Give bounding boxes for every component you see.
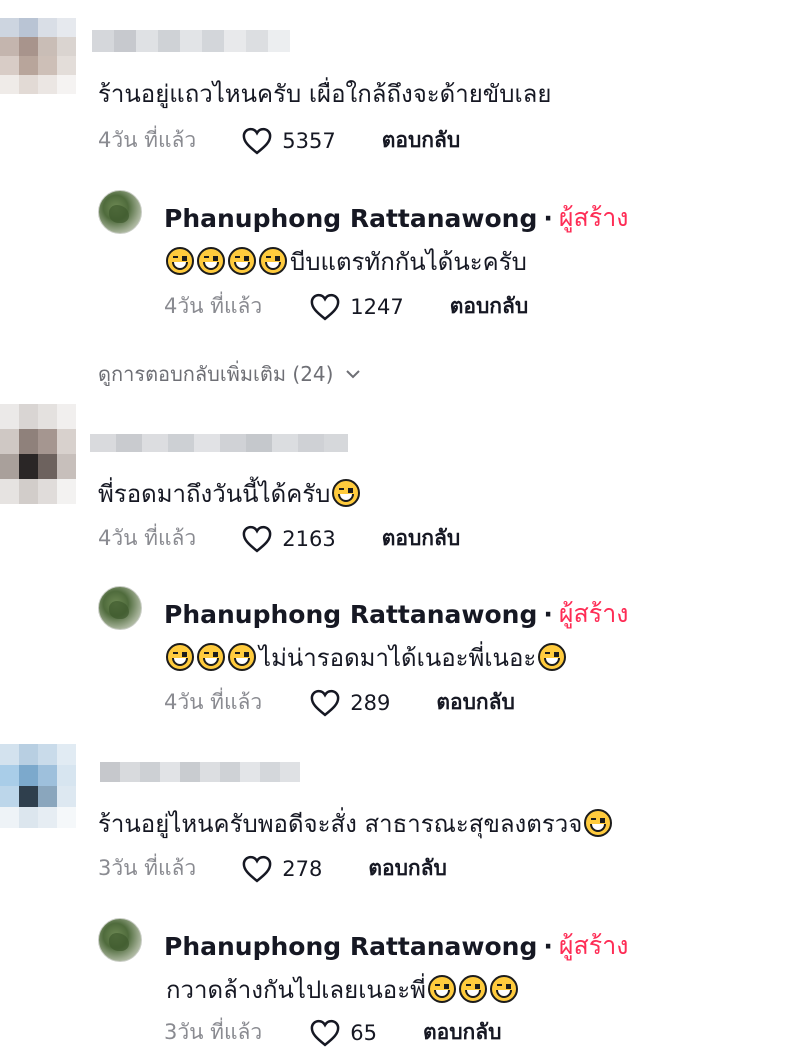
reply-text-line: บีบแตรทักกันได้นะครับ xyxy=(166,242,527,281)
avatar[interactable] xyxy=(98,190,142,234)
comment-time: 3วัน ที่แล้ว xyxy=(98,856,197,880)
reply-button[interactable]: ตอบกลับ xyxy=(368,852,447,885)
reply-button[interactable]: ตอบกลับ xyxy=(382,124,461,157)
grinning-sweat-emoji-icon xyxy=(458,975,487,1003)
heart-outline-icon[interactable] xyxy=(310,1019,340,1047)
reply-button[interactable]: ตอบกลับ xyxy=(423,1016,502,1049)
reply-header: Phanuphong Rattanawong · ผู้สร้าง xyxy=(164,198,628,238)
view-more-replies[interactable]: ดูการตอบกลับเพิ่มเติม (24) xyxy=(98,358,361,390)
reply-header: Phanuphong Rattanawong · ผู้สร้าง xyxy=(164,926,628,966)
avatar[interactable] xyxy=(98,586,142,630)
creator-badge: ผู้สร้าง xyxy=(558,931,629,960)
reply-time: 4วัน ที่แล้ว xyxy=(164,690,263,714)
comment-text: ร้านอยู่ไหนครับพอดีจะสั่ง สาธารณะสุขลงตร… xyxy=(98,810,583,838)
avatar[interactable] xyxy=(0,404,76,504)
like-count: 278 xyxy=(282,856,323,881)
like-count: 65 xyxy=(350,1020,377,1045)
avatar[interactable] xyxy=(98,918,142,962)
reply-text: ไม่น่ารอดมาได้เนอะพี่เนอะ xyxy=(259,644,537,672)
chevron-down-icon xyxy=(346,370,361,379)
reply-text: กวาดล้างกันไปเลยเนอะพี่ xyxy=(166,976,426,1004)
grinning-sweat-emoji-icon xyxy=(427,975,456,1003)
separator-dot: · xyxy=(543,931,553,961)
reply-header: Phanuphong Rattanawong · ผู้สร้าง xyxy=(164,594,628,634)
comment-meta: 4วัน ที่แล้ว 5357 ตอบกลับ xyxy=(98,124,460,157)
comment-text-line: พี่รอดมาถึงวันนี้ได้ครับ xyxy=(98,474,363,513)
reply-button[interactable]: ตอบกลับ xyxy=(450,290,529,323)
heart-outline-icon[interactable] xyxy=(242,127,272,155)
reply-time: 3วัน ที่แล้ว xyxy=(164,1020,263,1044)
heart-outline-icon[interactable] xyxy=(242,525,272,553)
grinning-sweat-emoji-icon xyxy=(259,247,287,275)
grinning-sweat-emoji-icon xyxy=(489,975,518,1003)
comment-text-line: ร้านอยู่ไหนครับพอดีจะสั่ง สาธารณะสุขลงตร… xyxy=(98,804,615,843)
reply-button[interactable]: ตอบกลับ xyxy=(382,522,461,555)
reply-meta: 4วัน ที่แล้ว 1247 ตอบกลับ xyxy=(164,290,528,323)
creator-badge: ผู้สร้าง xyxy=(558,203,629,232)
grinning-sweat-emoji-icon xyxy=(166,643,194,671)
comment-text: พี่รอดมาถึงวันนี้ได้ครับ xyxy=(98,480,331,508)
grinning-sweat-emoji-icon xyxy=(166,247,194,275)
reply-button[interactable]: ตอบกลับ xyxy=(436,686,515,719)
creator-name[interactable]: Phanuphong Rattanawong xyxy=(164,600,537,629)
heart-outline-icon[interactable] xyxy=(310,293,340,321)
comment-text: ร้านอยู่แถวไหนครับ เผื่อใกล้ถึงจะด้ายขับ… xyxy=(98,80,552,108)
username-redacted[interactable] xyxy=(92,30,290,52)
grinning-sweat-emoji-icon xyxy=(538,643,567,671)
reply-text-line: ไม่น่ารอดมาได้เนอะพี่เนอะ xyxy=(166,638,569,677)
username-redacted[interactable] xyxy=(100,762,300,782)
separator-dot: · xyxy=(543,599,553,629)
creator-name[interactable]: Phanuphong Rattanawong xyxy=(164,932,537,961)
reply-text-line: กวาดล้างกันไปเลยเนอะพี่ xyxy=(166,970,521,1009)
like-count: 5357 xyxy=(282,128,336,153)
creator-badge: ผู้สร้าง xyxy=(558,599,629,628)
comment-time: 4วัน ที่แล้ว xyxy=(98,526,197,550)
creator-name[interactable]: Phanuphong Rattanawong xyxy=(164,204,537,233)
comment-meta: 4วัน ที่แล้ว 2163 ตอบกลับ xyxy=(98,522,460,555)
reply-text: บีบแตรทักกันได้นะครับ xyxy=(290,248,527,276)
grinning-sweat-emoji-icon xyxy=(584,809,613,837)
like-count: 1247 xyxy=(350,294,404,319)
avatar[interactable] xyxy=(0,18,76,94)
grinning-sweat-emoji-icon xyxy=(197,247,225,275)
username-redacted[interactable] xyxy=(90,434,348,452)
reply-meta: 3วัน ที่แล้ว 65 ตอบกลับ xyxy=(164,1016,501,1049)
separator-dot: · xyxy=(543,203,553,233)
reply-time: 4วัน ที่แล้ว xyxy=(164,294,263,318)
comment-time: 4วัน ที่แล้ว xyxy=(98,128,197,152)
heart-outline-icon[interactable] xyxy=(242,855,272,883)
reply-meta: 4วัน ที่แล้ว 289 ตอบกลับ xyxy=(164,686,515,719)
like-count: 289 xyxy=(350,690,391,715)
grinning-sweat-emoji-icon xyxy=(228,247,256,275)
heart-outline-icon[interactable] xyxy=(310,689,340,717)
view-more-label: ดูการตอบกลับเพิ่มเติม (24) xyxy=(98,362,334,386)
grinning-sweat-emoji-icon xyxy=(197,643,225,671)
grinning-sweat-emoji-icon xyxy=(332,479,361,507)
like-count: 2163 xyxy=(282,526,336,551)
avatar[interactable] xyxy=(0,744,76,828)
grinning-sweat-emoji-icon xyxy=(228,643,256,671)
comment-meta: 3วัน ที่แล้ว 278 ตอบกลับ xyxy=(98,852,447,885)
